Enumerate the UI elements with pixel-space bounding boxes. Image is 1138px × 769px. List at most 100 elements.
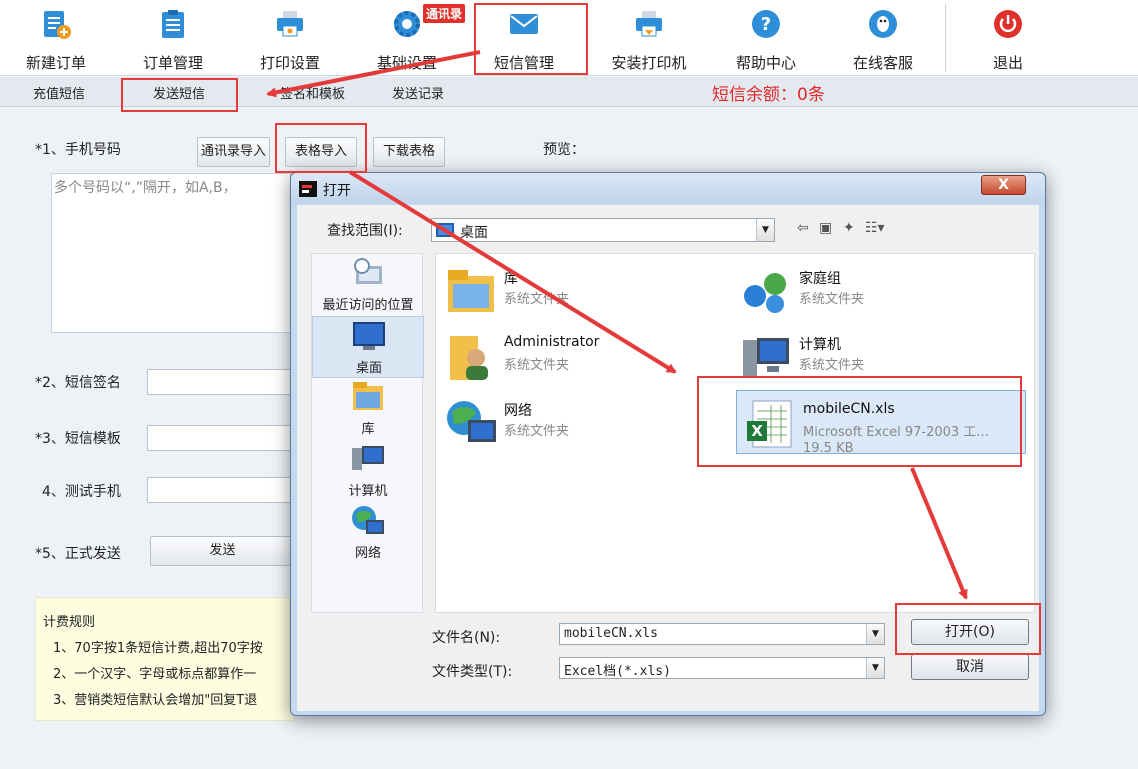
toolbar-label: 基础设置 [376,54,437,72]
desktop-icon [436,223,454,237]
tab-recharge[interactable]: 充值短信 [33,83,85,102]
phone-numbers-textarea[interactable]: 多个号码以“,”隔开，如A,B， [51,173,291,333]
file-name: 网络 [504,403,532,419]
filename-input[interactable]: mobileCN.xls ▼ [559,623,885,645]
toolbar-print-settings[interactable]: 打印设置 [240,0,340,76]
file-desc: 系统文件夹 [504,358,570,373]
download-table-button[interactable]: 下载表格 [373,137,445,167]
place-label: 桌面 [355,361,382,376]
chevron-down-icon: ▼ [866,658,884,678]
sms-balance: 短信余额：0条 [712,85,825,105]
homegroup-icon [744,273,786,313]
place-label: 库 [361,422,375,437]
toolbar-help-center[interactable]: ? 帮助中心 [716,0,816,76]
chevron-down-icon: ▼ [756,219,774,241]
cancel-button[interactable]: 取消 [911,654,1029,680]
toolbar-label: 在线客服 [852,54,913,72]
look-in-label: 查找范围(I): [327,223,403,239]
library-icon [353,382,383,410]
dialog-title: 打开 [323,183,351,199]
toolbar-divider [945,4,946,72]
place-library[interactable]: 库 [312,378,424,440]
install-printer-icon [636,11,662,37]
file-item-homegroup[interactable]: 家庭组 系统文件夹 [733,258,1023,322]
file-desc: 系统文件夹 [504,424,570,439]
rules-title: 计费规则 [43,615,96,630]
contacts-badge: 通讯录 [423,4,466,23]
toolbar-exit[interactable]: 退出 [958,0,1058,76]
highlight-sms-management [474,3,588,75]
toolbar-label: 帮助中心 [735,54,796,72]
new-folder-icon[interactable]: ✦ [843,220,855,236]
filename-label: 文件名(N): [432,630,501,646]
tab-send-records[interactable]: 发送记录 [392,83,444,102]
filetype-select[interactable]: Excel档(*.xls) ▼ [559,657,885,679]
look-in-value: 桌面 [460,225,488,241]
toolbar-new-order[interactable]: 新建订单 [6,0,106,76]
close-button[interactable]: X [981,175,1026,195]
file-desc: 系统文件夹 [799,292,865,307]
up-folder-icon[interactable]: ▣ [819,220,832,236]
toolbar-label: 订单管理 [142,54,203,72]
preview-label: 预览： [543,142,585,158]
network-icon [447,401,496,442]
toolbar-label: 新建订单 [25,54,86,72]
file-item-administrator[interactable]: Administrator 系统文件夹 [438,324,728,388]
toolbar-online-service[interactable]: 在线客服 [833,0,933,76]
network-icon [352,506,384,534]
place-label: 计算机 [348,484,388,499]
toolbar-label: 安装打印机 [611,54,687,72]
place-desktop[interactable]: 桌面 [312,316,424,378]
app-logo-icon [299,181,317,197]
rules-line: 3、营销类短信默认会增加"回复T退 [53,693,258,708]
send-label: *5、正式发送 [35,546,121,562]
toolbar-order-management[interactable]: 订单管理 [123,0,223,76]
file-desc: 系统文件夹 [504,292,570,307]
template-input[interactable] [147,425,292,451]
filetype-label: 文件类型(T): [432,664,513,680]
test-phone-label: 4、测试手机 [42,484,121,500]
highlight-excel-file [697,376,1022,467]
tab-signatures-templates[interactable]: 签名和模板 [280,83,345,102]
help-icon: ? [752,10,780,38]
file-name: 计算机 [799,337,841,353]
toolbar-label: 打印设置 [259,54,320,72]
power-icon [994,10,1022,38]
rules-line: 2、一个汉字、字母或标点都算作一 [53,667,257,682]
library-folder-icon [448,270,494,312]
file-name: Administrator [504,334,600,350]
place-label: 网络 [354,546,381,561]
view-menu-icon[interactable]: ☷▾ [865,220,885,236]
printer-settings-icon [277,11,303,37]
toolbar-label: 退出 [992,54,1023,72]
template-label: *3、短信模板 [35,431,121,447]
dialog-titlebar[interactable]: 打开 X [291,173,1045,203]
phone-label: *1、手机号码 [35,142,121,158]
signature-input[interactable] [147,369,292,395]
highlight-send-sms-tab [121,78,238,112]
file-item-library[interactable]: 库 系统文件夹 [438,258,728,322]
highlight-table-import [275,123,367,173]
send-button[interactable]: 发送 [150,536,295,566]
toolbar-install-printer[interactable]: 安装打印机 [599,0,699,76]
recent-places-icon [354,258,382,284]
user-folder-icon [450,336,488,380]
contacts-import-button[interactable]: 通讯录导入 [197,137,270,167]
test-phone-input[interactable] [147,477,292,503]
file-name: 家庭组 [799,271,841,287]
place-computer[interactable]: 计算机 [312,440,424,502]
look-in-select[interactable]: 桌面 ▼ [431,218,775,242]
place-network[interactable]: 网络 [312,502,424,564]
place-recent[interactable]: 最近访问的位置 [312,254,424,316]
filetype-value: Excel档(*.xls) [564,664,671,679]
chevron-down-icon: ▼ [866,624,884,644]
places-bar: 最近访问的位置 桌面 库 计算机 网络 [311,253,424,613]
filename-value: mobileCN.xls [564,626,658,641]
file-item-network[interactable]: 网络 系统文件夹 [438,390,728,454]
gear-icon [394,11,420,37]
billing-rules: 计费规则 1、70字按1条短信计费,超出70字按 2、一个汉字、字母或标点都算作… [35,597,295,721]
file-name: 库 [504,271,518,287]
rules-line: 1、70字按1条短信计费,超出70字按 [53,641,263,656]
signature-label: *2、短信签名 [35,375,121,391]
back-icon[interactable]: ⇦ [797,220,809,236]
